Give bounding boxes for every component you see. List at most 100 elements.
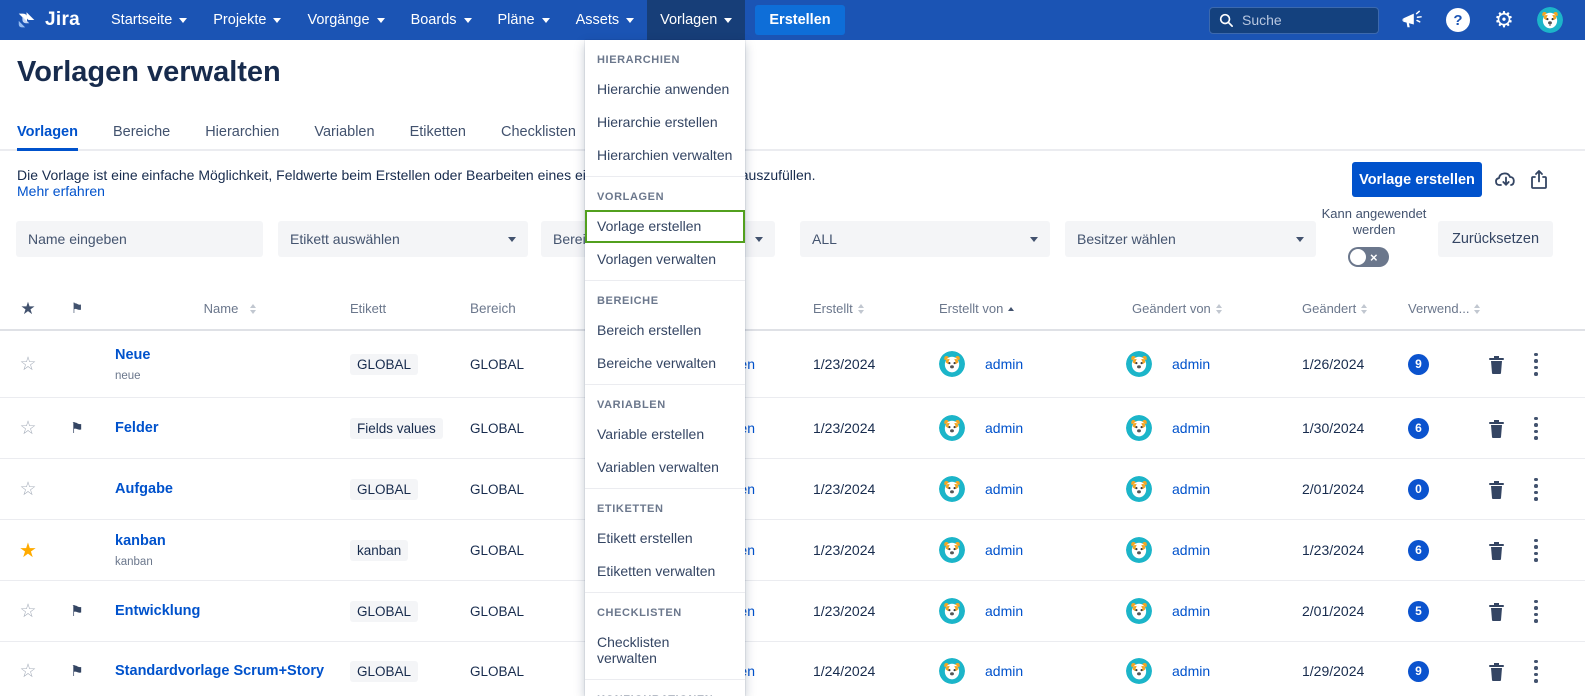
header-modified[interactable]: Geändert (1290, 301, 1395, 316)
header-area[interactable]: Bereich (462, 301, 585, 316)
template-name-link[interactable]: Entwicklung (115, 603, 200, 619)
dropdown-section-header: CHECKLISTEN (585, 595, 745, 626)
nav-item-plaene[interactable]: Pläne (485, 0, 563, 40)
star-toggle-icon[interactable]: ☆ (0, 417, 56, 440)
menu-item-bereiche-verwalten[interactable]: Bereiche verwalten (585, 347, 745, 380)
star-toggle-icon[interactable]: ☆ (0, 353, 56, 376)
sort-icon (1216, 304, 1222, 314)
table-header: ★ ⚑ Name Etikett Bereich Erstellt Erstel… (0, 288, 1585, 331)
created-by-link[interactable]: admin (985, 663, 1023, 679)
label-badge: Fields values (350, 418, 443, 439)
reset-button[interactable]: Zurücksetzen (1438, 221, 1553, 257)
modified-by-link[interactable]: admin (1172, 481, 1210, 497)
more-actions-kebab-icon[interactable] (1522, 539, 1585, 562)
tab-etiketten[interactable]: Etiketten (410, 114, 466, 149)
settings-gear-icon[interactable]: ⚙ (1491, 7, 1517, 33)
flag-icon: ⚑ (56, 602, 98, 620)
header-label[interactable]: Etikett (345, 301, 462, 316)
modified-by-link[interactable]: admin (1172, 542, 1210, 558)
menu-item-bereich-erstellen[interactable]: Bereich erstellen (585, 314, 745, 347)
can-apply-toggle[interactable]: × (1348, 247, 1389, 267)
tab-variablen[interactable]: Variablen (314, 114, 374, 149)
dropdown-section-header: VARIABLEN (585, 387, 745, 418)
delete-trash-icon[interactable] (1470, 355, 1522, 374)
learn-more-link[interactable]: Mehr erfahren (17, 183, 105, 199)
tab-vorlagen[interactable]: Vorlagen (17, 114, 78, 149)
header-created[interactable]: Erstellt (775, 301, 915, 316)
menu-item-vorlage-erstellen[interactable]: Vorlage erstellen (585, 210, 745, 243)
export-share-icon[interactable] (1528, 169, 1550, 191)
more-actions-kebab-icon[interactable] (1522, 600, 1585, 623)
type-filter-select[interactable]: ALL (800, 221, 1050, 257)
create-template-button[interactable]: Vorlage erstellen (1352, 162, 1482, 197)
modified-by-link[interactable]: admin (1172, 603, 1210, 619)
header-name[interactable]: Name (98, 301, 345, 316)
created-by-link[interactable]: admin (985, 356, 1023, 372)
tab-checklisten[interactable]: Checklisten (501, 114, 576, 149)
nav-item-projekte[interactable]: Projekte (200, 0, 294, 40)
user-avatar[interactable] (1537, 7, 1563, 33)
menu-item-hierarchie-anwenden[interactable]: Hierarchie anwenden (585, 73, 745, 106)
created-by-link[interactable]: admin (985, 542, 1023, 558)
template-name-link[interactable]: Neue (115, 347, 150, 363)
menu-item-checklisten-verwalten[interactable]: Checklisten verwalten (585, 626, 745, 675)
menu-item-hierarchien-verwalten[interactable]: Hierarchien verwalten (585, 139, 745, 172)
header-usage[interactable]: Verwend... (1395, 301, 1470, 316)
template-subtitle: neue (115, 370, 141, 382)
nav-item-vorlagen[interactable]: Vorlagen (647, 0, 745, 40)
created-by-link[interactable]: admin (985, 603, 1023, 619)
delete-trash-icon[interactable] (1470, 480, 1522, 499)
more-actions-kebab-icon[interactable] (1522, 660, 1585, 683)
jira-logo[interactable]: Jira (0, 9, 98, 31)
delete-trash-icon[interactable] (1470, 602, 1522, 621)
more-actions-kebab-icon[interactable] (1522, 353, 1585, 376)
more-actions-kebab-icon[interactable] (1522, 478, 1585, 501)
create-button[interactable]: Erstellen (755, 5, 844, 35)
delete-trash-icon[interactable] (1470, 541, 1522, 560)
search-input[interactable]: Suche (1209, 7, 1379, 34)
menu-item-etikett-erstellen[interactable]: Etikett erstellen (585, 522, 745, 555)
nav-item-startseite[interactable]: Startseite (98, 0, 200, 40)
star-toggle-icon[interactable]: ☆ (0, 660, 56, 683)
menu-item-etiketten-verwalten[interactable]: Etiketten verwalten (585, 555, 745, 588)
dropdown-section-header: HIERARCHIEN (585, 42, 745, 73)
usage-count-badge: 9 (1408, 354, 1429, 375)
created-by-link[interactable]: admin (985, 481, 1023, 497)
flag-column-icon[interactable]: ⚑ (56, 300, 98, 317)
template-name-link[interactable]: kanban (115, 533, 166, 549)
header-created-by[interactable]: Erstellt von (915, 301, 1105, 316)
header-modified-by[interactable]: Geändert von (1105, 301, 1290, 316)
star-column-icon[interactable]: ★ (0, 299, 56, 319)
tab-bereiche[interactable]: Bereiche (113, 114, 170, 149)
announcements-icon[interactable] (1399, 7, 1425, 33)
modified-by-link[interactable]: admin (1172, 663, 1210, 679)
menu-item-vorlagen-verwalten[interactable]: Vorlagen verwalten (585, 243, 745, 276)
template-name-link[interactable]: Felder (115, 420, 159, 436)
nav-item-assets[interactable]: Assets (563, 0, 648, 40)
owner-filter-select[interactable]: Besitzer wählen (1065, 221, 1316, 257)
star-toggle-icon[interactable]: ☆ (0, 478, 56, 501)
help-icon[interactable]: ? (1445, 7, 1471, 33)
template-name-link[interactable]: Aufgabe (115, 481, 173, 497)
name-filter-input[interactable]: Name eingeben (16, 221, 263, 257)
template-name-link[interactable]: Standardvorlage Scrum+Story (115, 663, 324, 679)
tab-hierarchien[interactable]: Hierarchien (205, 114, 279, 149)
menu-item-variable-erstellen[interactable]: Variable erstellen (585, 418, 745, 451)
delete-trash-icon[interactable] (1470, 662, 1522, 681)
created-by-link[interactable]: admin (985, 420, 1023, 436)
modified-by-link[interactable]: admin (1172, 420, 1210, 436)
star-toggle-icon[interactable]: ★ (0, 538, 56, 563)
import-cloud-download-icon[interactable] (1494, 169, 1518, 191)
menu-item-variablen-verwalten[interactable]: Variablen verwalten (585, 451, 745, 484)
modified-by-link[interactable]: admin (1172, 356, 1210, 372)
menu-item-hierarchie-erstellen[interactable]: Hierarchie erstellen (585, 106, 745, 139)
label-filter-select[interactable]: Etikett auswählen (278, 221, 528, 257)
nav-item-vorgaenge[interactable]: Vorgänge (294, 0, 397, 40)
delete-trash-icon[interactable] (1470, 419, 1522, 438)
jira-logo-text: Jira (45, 9, 80, 31)
chevron-down-icon (626, 18, 634, 23)
search-icon (1219, 13, 1234, 28)
more-actions-kebab-icon[interactable] (1522, 417, 1585, 440)
nav-item-boards[interactable]: Boards (398, 0, 485, 40)
star-toggle-icon[interactable]: ☆ (0, 600, 56, 623)
